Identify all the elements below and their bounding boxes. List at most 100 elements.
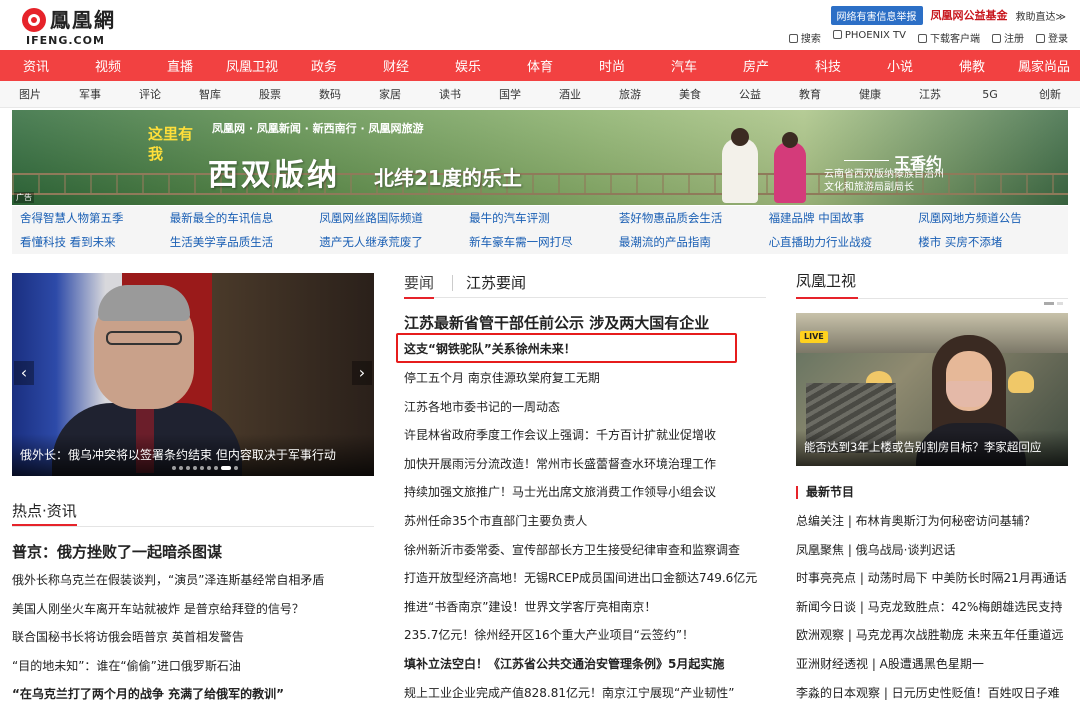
nav-item[interactable]: 鳳家尚品: [1008, 56, 1080, 75]
hot-news-item[interactable]: “在乌克兰打了两个月的战争 充满了给俄军的教训”: [12, 680, 374, 709]
news-item[interactable]: 规上工业企业完成产值828.81亿元！南京江宁展现“产业韧性”: [404, 679, 766, 708]
rescue-link[interactable]: 救助直达≫: [1016, 8, 1066, 23]
register-link[interactable]: 注册: [992, 30, 1024, 45]
nav-item[interactable]: 时尚: [576, 56, 648, 75]
nav-item[interactable]: 娱乐: [432, 56, 504, 75]
phoenix-tv-title[interactable]: 凤凰卫视: [796, 270, 856, 291]
promo-link[interactable]: 生活美学享品质生活: [170, 230, 320, 254]
promo-link[interactable]: 最潮流的产品指南: [619, 230, 769, 254]
promo-link[interactable]: 舍得智慧人物第五季: [20, 206, 170, 230]
promo-link[interactable]: 福建品牌 中国故事: [769, 206, 919, 230]
slide-dot-active[interactable]: [221, 466, 231, 470]
phoenix-tv-link[interactable]: PHOENIX TV: [832, 30, 906, 45]
tv-feature-image[interactable]: LIVE 能否达到3年上楼或告别割房目标？李家超回应: [796, 313, 1068, 466]
subnav-item[interactable]: 创新: [1020, 86, 1080, 102]
nav-item[interactable]: 资讯: [0, 56, 72, 75]
subnav-item[interactable]: 美食: [660, 86, 720, 102]
promo-link[interactable]: 最牛的汽车评测: [469, 206, 619, 230]
hot-news-item[interactable]: “目的地未知”：谁在“偷偷”进口俄罗斯石油: [12, 652, 374, 681]
program-item[interactable]: 时事亮亮点 | 动荡时局下 中美防长时隔21月再通话: [796, 564, 1068, 593]
nav-item[interactable]: 房产: [720, 56, 792, 75]
subnav-item[interactable]: 旅游: [600, 86, 660, 102]
subnav-item[interactable]: 5G: [960, 88, 1020, 101]
subnav-item[interactable]: 军事: [60, 86, 120, 102]
news-item[interactable]: 235.7亿元！徐州经开区16个重大产业项目“云签约”！: [404, 621, 766, 650]
slide-next-icon[interactable]: ›: [352, 361, 372, 385]
slide-dot[interactable]: [193, 466, 197, 470]
promo-link[interactable]: 新车豪车需一网打尽: [469, 230, 619, 254]
login-link[interactable]: 登录: [1036, 30, 1068, 45]
hot-news-item[interactable]: 俄外长称乌克兰在假装谈判，“演员”泽连斯基经常自相矛盾: [12, 566, 374, 595]
promo-link[interactable]: 凤凰网地方频道公告: [918, 206, 1068, 230]
program-item[interactable]: 凤凰聚焦 | 俄乌战局·谈判迟话: [796, 536, 1068, 565]
nav-item[interactable]: 科技: [792, 56, 864, 75]
charity-fund-link[interactable]: 凤凰网公益基金: [931, 7, 1008, 23]
tab-jiangsu-news[interactable]: 江苏要闻: [466, 272, 526, 293]
nav-item[interactable]: 小说: [864, 56, 936, 75]
program-item[interactable]: 新闻今日谈 | 马克龙致胜点：42%梅朗雄选民支持: [796, 593, 1068, 622]
promo-link[interactable]: 凤凰网丝路国际频道: [319, 206, 469, 230]
subnav-item[interactable]: 图片: [0, 86, 60, 102]
news-item[interactable]: 江苏各地市委书记的一周动态: [404, 393, 766, 422]
nav-item[interactable]: 佛教: [936, 56, 1008, 75]
slide-dot[interactable]: [214, 466, 218, 470]
news-slideshow[interactable]: 俄外长：俄乌冲突将以签署条约结束 但内容取决于军事行动 ‹ ›: [12, 273, 374, 476]
news-item[interactable]: 苏州任命35个市直部门主要负责人: [404, 507, 766, 536]
subnav-item[interactable]: 公益: [720, 86, 780, 102]
highlighted-news-item[interactable]: 这支“钢铁驼队”关系徐州未来！: [404, 340, 576, 357]
news-headline[interactable]: 江苏最新省管干部任前公示 涉及两大国有企业: [404, 312, 709, 333]
slide-dot[interactable]: [200, 466, 204, 470]
hot-news-item[interactable]: 联合国秘书长将访俄会晤普京 英首相发警告: [12, 623, 374, 652]
news-item[interactable]: 打造开放型经济高地！无锡RCEP成员国间进出口金额达749.6亿元: [404, 564, 766, 593]
slide-dot[interactable]: [172, 466, 176, 470]
program-item[interactable]: 亚洲财经透视 | A股遭遇黑色星期一: [796, 650, 1068, 679]
news-item[interactable]: 许昆林省政府季度工作会议上强调：千方百计扩就业促增收: [404, 421, 766, 450]
news-item[interactable]: 持续加强文旅推广！马士光出席文旅消费工作领导小组会议: [404, 478, 766, 507]
promo-link[interactable]: 心直播助力行业战疫: [769, 230, 919, 254]
slide-dot[interactable]: [179, 466, 183, 470]
nav-item[interactable]: 体育: [504, 56, 576, 75]
report-harmful-info-button[interactable]: 网络有害信息举报: [830, 5, 923, 25]
program-item[interactable]: 总编关注 | 布林肯奥斯汀为何秘密访问基辅？: [796, 507, 1068, 536]
tv-pager-dot-active[interactable]: [1044, 302, 1054, 305]
promo-link[interactable]: 荟好物惠品质会生活: [619, 206, 769, 230]
program-item[interactable]: 欧洲观察 | 马克龙再次战胜勒庞 未来五年任重道远: [796, 621, 1068, 650]
subnav-item[interactable]: 数码: [300, 86, 360, 102]
subnav-item[interactable]: 健康: [840, 86, 900, 102]
tab-top-news[interactable]: 要闻: [404, 272, 435, 299]
subnav-item[interactable]: 酒业: [540, 86, 600, 102]
subnav-item[interactable]: 教育: [780, 86, 840, 102]
slide-dot[interactable]: [186, 466, 190, 470]
nav-item[interactable]: 视频: [72, 56, 144, 75]
promo-link[interactable]: 看懂科技 看到未来: [20, 230, 170, 254]
slide-dot[interactable]: [207, 466, 211, 470]
subnav-item[interactable]: 江苏: [900, 86, 960, 102]
tv-caption[interactable]: 能否达到3年上楼或告别割房目标？李家超回应: [804, 439, 1041, 455]
news-item[interactable]: 填补立法空白！《江苏省公共交通治安管理条例》5月起实施: [404, 650, 766, 679]
ifeng-logo[interactable]: 鳳凰網 IFENG.COM: [22, 8, 132, 47]
subnav-item[interactable]: 读书: [420, 86, 480, 102]
slide-dot[interactable]: [234, 466, 238, 470]
nav-item[interactable]: 汽车: [648, 56, 720, 75]
search-link[interactable]: 搜索: [788, 30, 821, 45]
subnav-item[interactable]: 评论: [120, 86, 180, 102]
promo-link[interactable]: 楼市 买房不添堵: [918, 230, 1068, 254]
subnav-item[interactable]: 家居: [360, 86, 420, 102]
hot-news-item[interactable]: 美国人刚坐火车离开车站就被炸 是普京给拜登的信号？: [12, 595, 374, 624]
news-item[interactable]: 推进“书香南京”建设！世界文学客厅亮相南京！: [404, 593, 766, 622]
download-app-link[interactable]: 下载客户端: [918, 30, 980, 45]
hot-news-headline[interactable]: 普京：俄方挫败了一起暗杀图谋: [12, 541, 222, 562]
news-item[interactable]: 徐州新沂市委常委、宣传部部长方卫生接受纪律审查和监察调查: [404, 536, 766, 565]
nav-item[interactable]: 凤凰卫视: [216, 56, 288, 75]
nav-item[interactable]: 政务: [288, 56, 360, 75]
news-item[interactable]: 加快开展雨污分流改造！常州市长盛蕾督查水环境治理工作: [404, 450, 766, 479]
banner-ad[interactable]: 这里有我 凤凰网 · 凤凰新闻 · 新西南行 · 凤凰网旅游 西双版纳 北纬21…: [12, 110, 1068, 205]
nav-item[interactable]: 直播: [144, 56, 216, 75]
subnav-item[interactable]: 股票: [240, 86, 300, 102]
tv-pager-dot[interactable]: [1057, 302, 1063, 305]
nav-item[interactable]: 财经: [360, 56, 432, 75]
subnav-item[interactable]: 国学: [480, 86, 540, 102]
promo-link[interactable]: 遗产无人继承荒废了: [319, 230, 469, 254]
slide-prev-icon[interactable]: ‹: [14, 361, 34, 385]
program-item[interactable]: 李淼的日本观察 | 日元历史性贬值！百姓叹日子难: [796, 679, 1068, 708]
